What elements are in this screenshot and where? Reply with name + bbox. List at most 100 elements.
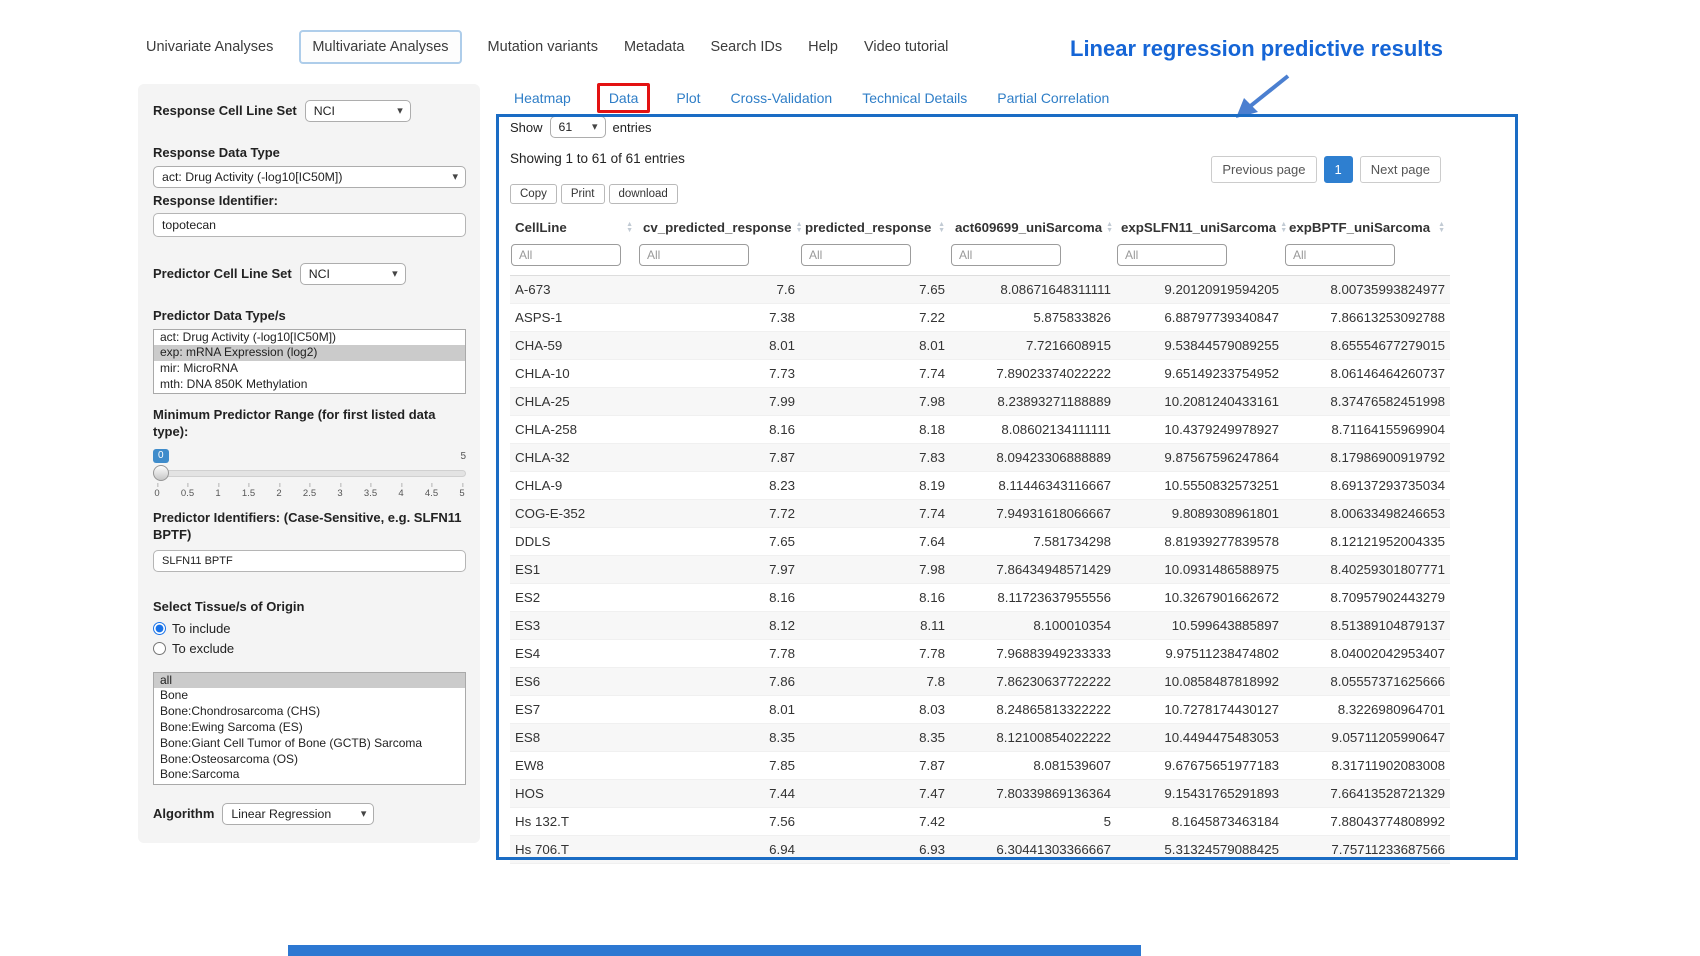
previous-page-button[interactable]: Previous page xyxy=(1211,156,1316,183)
tissue-radios: To include To exclude xyxy=(153,621,466,656)
tab-partial-correlation[interactable]: Partial Correlation xyxy=(997,90,1109,106)
cell-value: 7.80339869136364 xyxy=(950,780,1116,808)
cell-value: 8.35 xyxy=(800,724,950,752)
algorithm-select[interactable]: Linear Regression xyxy=(222,803,374,825)
print-button[interactable]: Print xyxy=(561,184,605,204)
listbox-option-exp-mrna-expression-log2[interactable]: exp: mRNA Expression (log2) xyxy=(154,345,465,361)
slider-tick: 0 xyxy=(154,488,159,499)
cell-value: 7.87 xyxy=(800,752,950,780)
cell-value: 10.2081240433161 xyxy=(1116,388,1284,416)
column-header-expbptf-unisarcoma[interactable]: expBPTF_uniSarcoma▲▼ xyxy=(1284,214,1450,241)
radio-label-to-include: To include xyxy=(172,621,231,636)
filter-cell xyxy=(1284,241,1450,276)
column-label-cv-predicted-response: cv_predicted_response xyxy=(643,220,792,235)
cell-value: 8.01 xyxy=(638,696,800,724)
listbox-option-all[interactable]: all xyxy=(154,673,465,689)
cell-value: 7.97 xyxy=(638,556,800,584)
column-filter-cellline[interactable] xyxy=(511,244,621,266)
column-header-cellline[interactable]: CellLine▲▼ xyxy=(510,214,638,241)
column-label-act609699-unisarcoma: act609699_uniSarcoma xyxy=(955,220,1102,235)
radio-input-to-include[interactable] xyxy=(153,622,166,635)
listbox-option-bone-chondrosarcoma-chs[interactable]: Bone:Chondrosarcoma (CHS) xyxy=(154,704,465,720)
table-row: ES47.787.787.968839492333339.97511238474… xyxy=(510,640,1450,668)
listbox-option-bone[interactable]: Bone xyxy=(154,688,465,704)
nav-item-video-tutorial[interactable]: Video tutorial xyxy=(864,32,948,62)
column-header-expslfn11-unisarcoma[interactable]: expSLFN11_uniSarcoma▲▼ xyxy=(1116,214,1284,241)
column-header-cv-predicted-response[interactable]: cv_predicted_response▲▼ xyxy=(638,214,800,241)
listbox-option-bone-sarcoma[interactable]: Bone:Sarcoma xyxy=(154,767,465,783)
radio-input-to-exclude[interactable] xyxy=(153,642,166,655)
show-entries-suffix: entries xyxy=(613,120,652,135)
column-header-act609699-unisarcoma[interactable]: act609699_uniSarcoma ▲▼ xyxy=(950,214,1116,241)
min-range-slider[interactable]: 0 5 00.511.522.533.544.55 xyxy=(153,449,466,503)
column-filter-act609699-unisarcoma[interactable] xyxy=(951,244,1061,266)
listbox-option-mth-dna-850k-methylation[interactable]: mth: DNA 850K Methylation xyxy=(154,377,465,393)
cell-value: 5 xyxy=(950,808,1116,836)
tab-data[interactable]: Data xyxy=(597,83,651,113)
next-page-button[interactable]: Next page xyxy=(1360,156,1441,183)
tab-plot[interactable]: Plot xyxy=(676,90,700,106)
slider-tick: 4 xyxy=(398,488,403,499)
nav-item-metadata[interactable]: Metadata xyxy=(624,32,684,62)
cell-value: 9.05711205990647 xyxy=(1284,724,1450,752)
cell-line-name: ES2 xyxy=(510,584,638,612)
page-1-button[interactable]: 1 xyxy=(1324,156,1353,183)
response-data-type-select[interactable]: act: Drug Activity (-log10[IC50M]) xyxy=(153,166,466,188)
table-row: ES88.358.358.1210085402222210.4494475483… xyxy=(510,724,1450,752)
sort-icon: ▲▼ xyxy=(1280,222,1287,234)
top-navigation: Univariate Analyses Multivariate Analyses… xyxy=(146,30,948,64)
cell-value: 8.06146464260737 xyxy=(1284,360,1450,388)
tissue-origin-label: Select Tissue/s of Origin xyxy=(153,598,466,616)
column-header-predicted-response[interactable]: predicted_response▲▼ xyxy=(800,214,950,241)
listbox-option-act-drug-activity-log10-ic50m[interactable]: act: Drug Activity (-log10[IC50M]) xyxy=(154,330,465,346)
response-identifier-input[interactable] xyxy=(153,213,466,237)
tab-technical-details[interactable]: Technical Details xyxy=(862,90,967,106)
cell-value: 8.16 xyxy=(638,416,800,444)
nav-item-multivariate-analyses[interactable]: Multivariate Analyses xyxy=(299,30,461,64)
listbox-option-bone-giant-cell-tumor-of-bone-gctb-sarcoma[interactable]: Bone:Giant Cell Tumor of Bone (GCTB) Sar… xyxy=(154,736,465,752)
cell-value: 8.08602134111111 xyxy=(950,416,1116,444)
sort-icon: ▲▼ xyxy=(1106,222,1113,234)
response-cell-line-set-select[interactable]: NCI xyxy=(305,100,411,122)
listbox-option-bone-ewing-sarcoma-es[interactable]: Bone:Ewing Sarcoma (ES) xyxy=(154,720,465,736)
nav-item-mutation-variants[interactable]: Mutation variants xyxy=(488,32,598,62)
column-filter-predicted-response[interactable] xyxy=(801,244,911,266)
column-filter-expslfn11-unisarcoma[interactable] xyxy=(1117,244,1227,266)
cell-value: 5.31324579088425 xyxy=(1116,836,1284,864)
listbox-option-peripheral-nervous-system[interactable]: Peripheral_Nervous_System xyxy=(154,783,465,784)
listbox-option-bone-osteosarcoma-os[interactable]: Bone:Osteosarcoma (OS) xyxy=(154,752,465,768)
nav-item-help[interactable]: Help xyxy=(808,32,838,62)
header-row: CellLine▲▼cv_predicted_response▲▼predict… xyxy=(510,214,1450,241)
slider-tick: 3 xyxy=(337,488,342,499)
radio-to-exclude[interactable]: To exclude xyxy=(153,641,466,656)
cell-value: 7.86230637722222 xyxy=(950,668,1116,696)
nav-item-univariate-analyses[interactable]: Univariate Analyses xyxy=(146,32,273,62)
download-button[interactable]: download xyxy=(609,184,678,204)
predictor-identifiers-input[interactable] xyxy=(153,550,466,572)
tab-cross-validation[interactable]: Cross-Validation xyxy=(731,90,833,106)
show-entries-select[interactable]: 61 xyxy=(550,116,606,138)
tissue-listbox[interactable]: allBoneBone:Chondrosarcoma (CHS)Bone:Ewi… xyxy=(153,672,466,785)
cell-value: 8.01 xyxy=(638,332,800,360)
listbox-option-mir-microrna[interactable]: mir: MicroRNA xyxy=(154,361,465,377)
column-filter-cv-predicted-response[interactable] xyxy=(639,244,749,266)
tab-heatmap[interactable]: Heatmap xyxy=(514,90,571,106)
table-row: ES28.168.168.1172363795555610.3267901662… xyxy=(510,584,1450,612)
column-filter-expbptf-unisarcoma[interactable] xyxy=(1285,244,1395,266)
slider-handle[interactable] xyxy=(153,465,169,481)
predictor-data-types-listbox[interactable]: act: Drug Activity (-log10[IC50M])exp: m… xyxy=(153,329,466,394)
column-label-predicted-response: predicted_response xyxy=(805,220,931,235)
cell-value: 7.75711233687566 xyxy=(1284,836,1450,864)
cell-value: 8.081539607 xyxy=(950,752,1116,780)
predictor-cell-line-set-select[interactable]: NCI xyxy=(300,263,406,285)
cell-value: 8.69137293735034 xyxy=(1284,472,1450,500)
slider-track[interactable] xyxy=(153,470,466,477)
cell-value: 8.17986900919792 xyxy=(1284,444,1450,472)
cell-value: 7.72 xyxy=(638,500,800,528)
copy-button[interactable]: Copy xyxy=(510,184,557,204)
cell-value: 8.12121952004335 xyxy=(1284,528,1450,556)
nav-item-search-ids[interactable]: Search IDs xyxy=(710,32,782,62)
radio-to-include[interactable]: To include xyxy=(153,621,466,636)
table-row: Hs 706.T6.946.936.304413033666675.313245… xyxy=(510,836,1450,864)
cell-value: 10.4379249978927 xyxy=(1116,416,1284,444)
